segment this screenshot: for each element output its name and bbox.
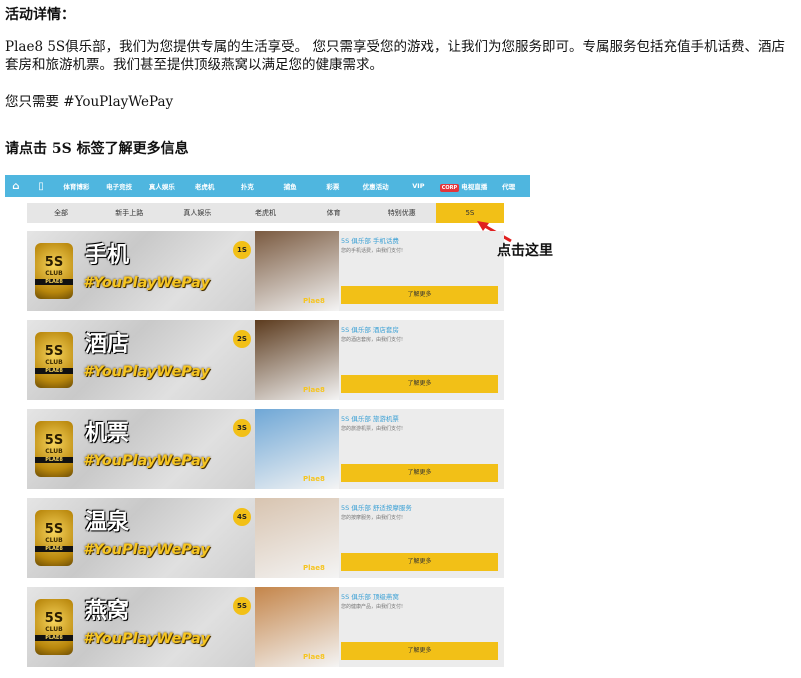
club-crest-icon: 5S CLUB PLAE8 (35, 332, 73, 388)
banner-title: 机票 (85, 421, 130, 446)
banner-info-subtitle: 您的手机话费，由我们支付! (341, 248, 404, 254)
level-badge: 4S (233, 508, 251, 526)
tab-sports[interactable]: 体育 (300, 203, 368, 223)
learn-more-button[interactable]: 了解更多 (341, 464, 498, 482)
nav-item[interactable]: 优惠活动 (354, 181, 397, 191)
promo-banner[interactable]: 5S CLUB PLAE8 酒店 #YouPlayWePay 2S Plae8 … (27, 320, 504, 400)
banner-info: 5S 俱乐部 顶级燕窝 您的健康产品，由我们支付! 了解更多 (339, 587, 504, 667)
banner-info-title: 5S 俱乐部 旅游机票 (341, 415, 399, 423)
mobile-icon[interactable]: ▯ (27, 181, 55, 192)
home-icon[interactable]: ⌂ (5, 181, 27, 192)
banner-info-title: 5S 俱乐部 舒适按摩服务 (341, 504, 412, 512)
description-paragraph: Plae8 5S俱乐部，我们为您提供专属的生活享受。 您只需享受您的游戏，让我们… (5, 39, 785, 73)
banner-hashtag: #YouPlayWePay (83, 364, 210, 380)
banner-hashtag: #YouPlayWePay (83, 542, 210, 558)
banner-title: 温泉 (85, 510, 130, 535)
nav-item[interactable]: 捕鱼 (269, 181, 312, 191)
level-badge: 5S (233, 597, 251, 615)
learn-more-button[interactable]: 了解更多 (341, 642, 498, 660)
tagline-text: 您只需要 #YouPlayWePay (5, 94, 174, 110)
banner-photo (255, 320, 339, 400)
banner-info-title: 5S 俱乐部 酒店套房 (341, 326, 399, 334)
click-here-callout: 点击这里 (497, 243, 553, 259)
banner-info: 5S 俱乐部 酒店套房 您的酒店套房，由我们支付! 了解更多 (339, 320, 504, 400)
brand-logo: Plae8 (303, 564, 325, 572)
level-badge: 2S (233, 330, 251, 348)
nav-item[interactable]: VIP (397, 182, 440, 190)
club-crest-icon: 5S CLUB PLAE8 (35, 599, 73, 655)
banner-hashtag: #YouPlayWePay (83, 453, 210, 469)
club-crest-icon: 5S CLUB PLAE8 (35, 243, 73, 299)
nav-item[interactable]: 体育博彩 (55, 181, 98, 191)
tab-special[interactable]: 特别优惠 (368, 203, 436, 223)
level-badge: 3S (233, 419, 251, 437)
tab-live[interactable]: 真人娱乐 (163, 203, 231, 223)
nav-item[interactable]: 真人娱乐 (141, 181, 184, 191)
banner-photo (255, 587, 339, 667)
nav-item-label: 电视直播 (461, 183, 488, 191)
embedded-screenshot: ⌂ ▯ 体育博彩 电子竞技 真人娱乐 老虎机 扑克 捕鱼 彩票 优惠活动 VIP… (5, 175, 530, 670)
learn-more-button[interactable]: 了解更多 (341, 286, 498, 304)
banner-info: 5S 俱乐部 舒适按摩服务 您的按摩服务，由我们支付! 了解更多 (339, 498, 504, 578)
promo-banner[interactable]: 5S CLUB PLAE8 温泉 #YouPlayWePay 4S Plae8 … (27, 498, 504, 578)
banner-info: 5S 俱乐部 旅游机票 您的旅游机票，由我们支付! 了解更多 (339, 409, 504, 489)
tab-newbie[interactable]: 新手上路 (95, 203, 163, 223)
nav-item[interactable]: 电子竞技 (98, 181, 141, 191)
banner-info: 5S 俱乐部 手机话费 您的手机话费，由我们支付! 了解更多 (339, 231, 504, 311)
banner-title: 燕窝 (85, 599, 130, 624)
promo-banner[interactable]: 5S CLUB PLAE8 机票 #YouPlayWePay 3S Plae8 … (27, 409, 504, 489)
banner-info-title: 5S 俱乐部 顶级燕窝 (341, 593, 399, 601)
brand-logo: Plae8 (303, 386, 325, 394)
tab-all[interactable]: 全部 (27, 203, 95, 223)
club-crest-icon: 5S CLUB PLAE8 (35, 510, 73, 566)
club-crest-icon: 5S CLUB PLAE8 (35, 421, 73, 477)
level-badge: 1S (233, 241, 251, 259)
banner-photo (255, 409, 339, 489)
nav-item[interactable]: 彩票 (312, 181, 355, 191)
banner-info-subtitle: 您的酒店套房，由我们支付! (341, 337, 404, 343)
banner-hashtag: #YouPlayWePay (83, 275, 210, 291)
banner-info-subtitle: 您的按摩服务，由我们支付! (341, 515, 404, 521)
brand-logo: Plae8 (303, 475, 325, 483)
nav-item[interactable]: 老虎机 (183, 181, 226, 191)
promo-banner[interactable]: 5S CLUB PLAE8 手机 #YouPlayWePay 1S Plae8 … (27, 231, 504, 311)
tab-slots[interactable]: 老虎机 (231, 203, 299, 223)
learn-more-button[interactable]: 了解更多 (341, 553, 498, 571)
page-heading: 活动详情： (5, 7, 75, 23)
banner-info-title: 5S 俱乐部 手机话费 (341, 237, 399, 245)
nav-item[interactable]: 代理 (487, 181, 530, 191)
top-navigation: ⌂ ▯ 体育博彩 电子竞技 真人娱乐 老虎机 扑克 捕鱼 彩票 优惠活动 VIP… (5, 175, 530, 197)
banner-info-subtitle: 您的旅游机票，由我们支付! (341, 426, 404, 432)
banner-photo (255, 498, 339, 578)
banner-title: 手机 (85, 243, 130, 268)
banner-title: 酒店 (85, 332, 130, 357)
promo-banner[interactable]: 5S CLUB PLAE8 燕窝 #YouPlayWePay 5S Plae8 … (27, 587, 504, 667)
nav-item[interactable]: 扑克 (226, 181, 269, 191)
category-tabs: 全部 新手上路 真人娱乐 老虎机 体育 特别优惠 5S (27, 203, 504, 223)
instruction-heading: 请点击 5S 标签了解更多信息 (5, 141, 189, 157)
banner-info-subtitle: 您的健康产品，由我们支付! (341, 604, 404, 610)
brand-logo: Plae8 (303, 297, 325, 305)
nav-badge: CORP (439, 184, 460, 192)
banner-hashtag: #YouPlayWePay (83, 631, 210, 647)
learn-more-button[interactable]: 了解更多 (341, 375, 498, 393)
banner-photo (255, 231, 339, 311)
nav-item-tv[interactable]: CORP 电视直播 (439, 181, 488, 192)
brand-logo: Plae8 (303, 653, 325, 661)
